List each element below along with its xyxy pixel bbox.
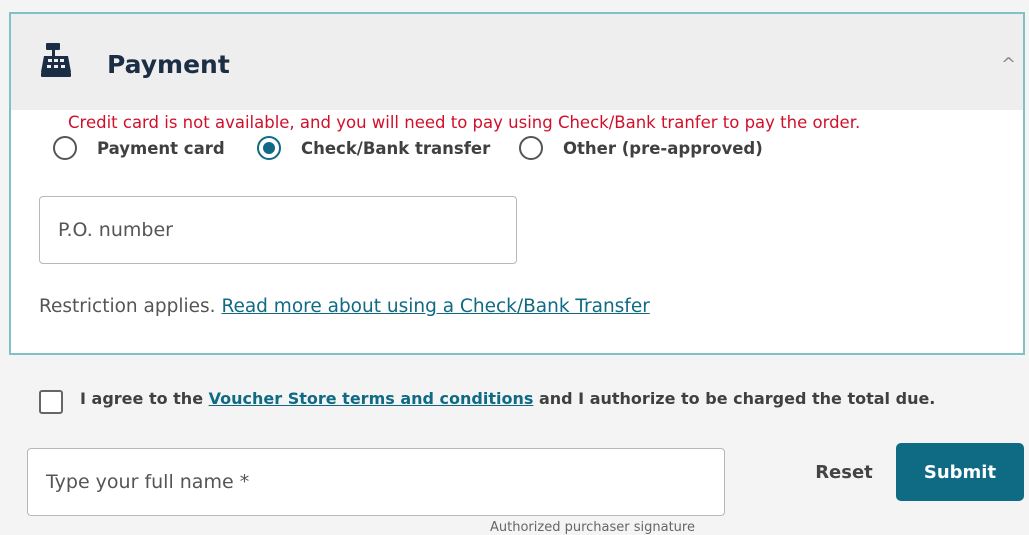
chevron-up-icon[interactable]: ^ (1001, 54, 1016, 75)
radio-button-icon[interactable] (519, 136, 543, 160)
radio-payment-card[interactable]: Payment card (53, 134, 225, 162)
radio-label: Check/Bank transfer (301, 138, 491, 158)
radio-other-pre-approved[interactable]: Other (pre-approved) (519, 134, 763, 162)
terms-and-conditions-link[interactable]: Voucher Store terms and conditions (209, 389, 534, 408)
radio-button-selected-icon[interactable] (257, 136, 281, 160)
restriction-text: Restriction applies. (39, 296, 216, 317)
payment-panel: Payment ^ Credit card is not available, … (9, 12, 1025, 355)
radio-button-icon[interactable] (53, 136, 77, 160)
radio-label: Payment card (97, 138, 225, 158)
payment-panel-header[interactable]: Payment ^ (11, 14, 1023, 110)
terms-text-before: I agree to the (80, 389, 204, 408)
submit-button[interactable]: Submit (896, 443, 1024, 501)
payment-error-message: Credit card is not available, and you wi… (68, 113, 861, 132)
payment-title: Payment (107, 50, 230, 79)
full-name-input[interactable] (27, 448, 725, 516)
check-bank-transfer-info-link[interactable]: Read more about using a Check/Bank Trans… (221, 296, 649, 317)
restriction-note: Restriction applies. Read more about usi… (39, 296, 650, 317)
cash-register-icon (41, 43, 71, 77)
radio-check-bank-transfer[interactable]: Check/Bank transfer (257, 134, 490, 162)
reset-button[interactable]: Reset (800, 448, 888, 496)
terms-text-after: and I authorize to be charged the total … (538, 389, 936, 408)
signature-caption: Authorized purchaser signature (490, 520, 695, 535)
terms-checkbox[interactable] (39, 390, 63, 414)
po-number-input[interactable] (39, 196, 517, 264)
terms-agreement-text: I agree to the Voucher Store terms and c… (80, 389, 935, 408)
radio-dot (263, 142, 275, 154)
radio-label: Other (pre-approved) (563, 138, 763, 158)
